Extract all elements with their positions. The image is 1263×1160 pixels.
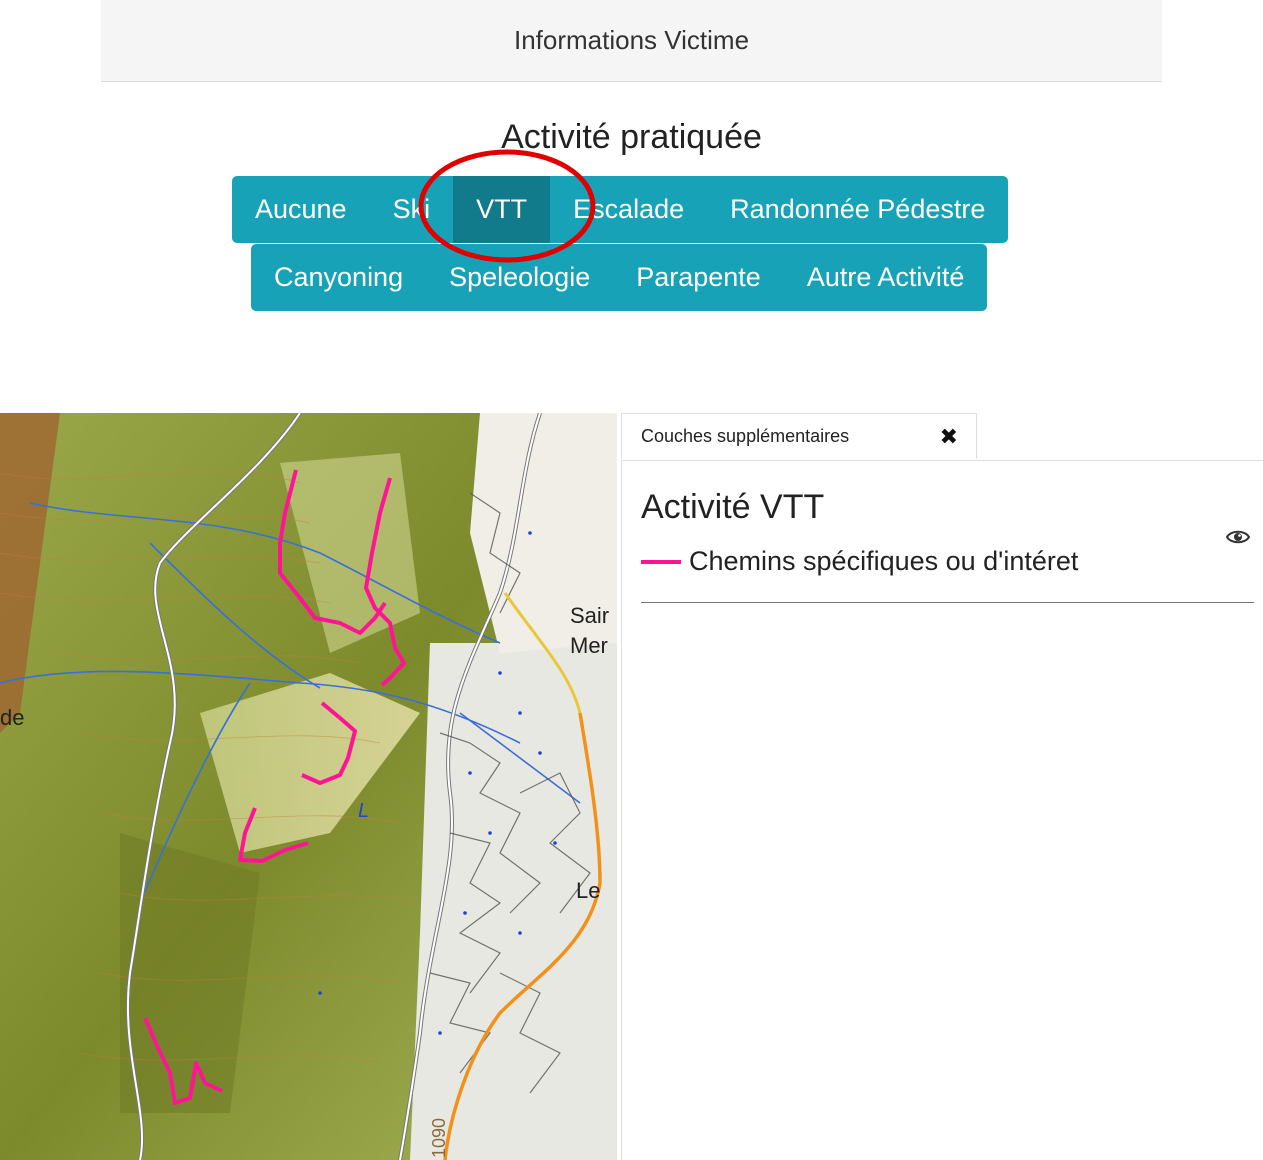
map-label-left-edge: de	[0, 705, 24, 730]
activity-button-aucune[interactable]: Aucune	[232, 176, 370, 243]
page-header: Informations Victime	[101, 0, 1162, 82]
map-label-town2: Mer	[570, 633, 608, 658]
activity-button-canyoning[interactable]: Canyoning	[251, 244, 426, 311]
activity-button-speleologie[interactable]: Speleologie	[426, 244, 613, 311]
activity-button-parapente[interactable]: Parapente	[613, 244, 784, 311]
legend-label: Chemins spécifiques ou d'intéret	[689, 546, 1079, 576]
activity-button-autre[interactable]: Autre Activité	[784, 244, 988, 311]
activity-section-title: Activité pratiquée	[501, 118, 762, 156]
close-icon[interactable]: ✖	[940, 424, 958, 450]
tab-label: Couches supplémentaires	[641, 425, 850, 446]
legend-swatch	[641, 559, 681, 564]
activity-button-randonnee[interactable]: Randonnée Pédestre	[707, 176, 1008, 243]
layer-title: Activité VTT	[641, 488, 825, 526]
activity-buttons-row-2: Canyoning Speleologie Parapente Autre Ac…	[251, 244, 988, 311]
map-label-marker: L	[358, 800, 369, 822]
tab-couches-supplementaires[interactable]: Couches supplémentaires ✖	[621, 413, 977, 459]
legend-item: Chemins spécifiques ou d'intéret	[641, 546, 1078, 577]
header-title: Informations Victime	[513, 25, 750, 55]
map-view[interactable]: Sair Mer Le de L 1090	[0, 413, 617, 1160]
map-label-town3: Le	[576, 878, 600, 903]
legend-divider	[641, 602, 1254, 603]
activity-buttons-row-1: Aucune Ski VTT Escalade Randonnée Pédest…	[232, 176, 1009, 243]
map-label-town1: Sair	[570, 603, 609, 628]
activity-button-escalade[interactable]: Escalade	[550, 176, 707, 243]
map-label-elevation: 1090	[429, 1118, 449, 1158]
activity-button-ski[interactable]: Ski	[370, 176, 454, 243]
activity-button-vtt[interactable]: VTT	[453, 176, 551, 243]
eye-icon[interactable]	[1226, 528, 1250, 546]
panel-tabs: Couches supplémentaires ✖	[621, 413, 1263, 461]
